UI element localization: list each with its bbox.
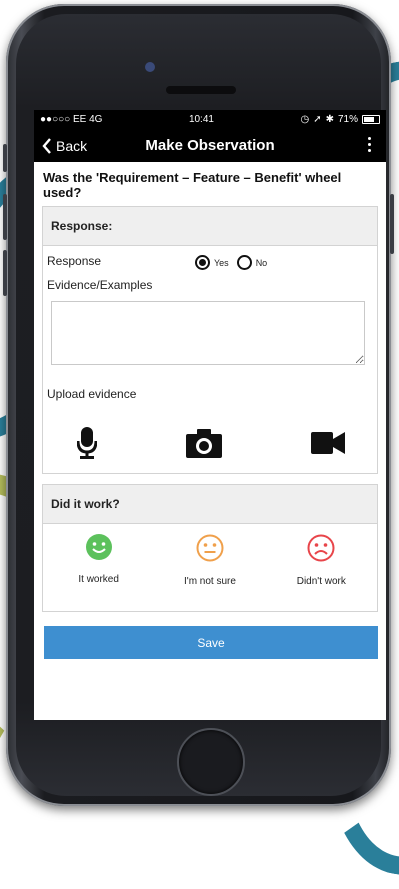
phone-frame: ●●○○○ EE 4G 10:41 ◷ ➚ ✱ 71% Back Make Ob… <box>3 4 394 806</box>
microphone-icon[interactable] <box>77 427 97 459</box>
did-it-work-header: Did it work? <box>43 485 377 524</box>
mood-label: I'm not sure <box>184 576 236 587</box>
power-button <box>390 194 394 254</box>
question-text: Was the 'Requirement – Feature – Benefit… <box>43 170 342 200</box>
evidence-label: Evidence/Examples <box>47 278 153 292</box>
mood-not-sure[interactable]: I'm not sure <box>160 534 260 587</box>
carrier-signal: ●●○○○ EE 4G <box>40 114 103 125</box>
chevron-left-icon <box>42 137 51 154</box>
radio-no[interactable] <box>236 255 252 270</box>
front-camera <box>145 62 155 72</box>
volume-up-button <box>3 194 7 240</box>
earpiece-speaker <box>166 86 236 94</box>
response-section-header: Response: <box>43 207 377 246</box>
happy-face-icon <box>85 534 112 560</box>
did-it-work-section: Did it work? It worked I'm not sure Didn… <box>42 484 378 612</box>
alarm-icon: ◷ <box>300 114 310 125</box>
mood-label: Didn't work <box>296 576 346 587</box>
volume-down-button <box>3 250 7 296</box>
location-icon: ➚ <box>313 114 322 125</box>
back-label: Back <box>56 137 88 154</box>
navigation-bar: Back Make Observation <box>34 129 386 162</box>
video-camera-icon[interactable] <box>311 432 345 454</box>
upload-icons-row <box>47 401 371 471</box>
evidence-textarea[interactable] <box>51 301 365 365</box>
radio-no-label: No <box>255 257 268 268</box>
neutral-face-icon <box>196 534 224 562</box>
battery-percent: 71% <box>337 114 358 125</box>
mood-it-worked[interactable]: It worked <box>49 534 149 587</box>
back-button[interactable]: Back <box>34 138 87 154</box>
status-bar: ●●○○○ EE 4G 10:41 ◷ ➚ ✱ 71% <box>34 110 386 129</box>
camera-icon[interactable] <box>186 428 222 458</box>
upload-evidence-label: Upload evidence <box>47 387 137 401</box>
radio-yes-label: Yes <box>214 257 229 268</box>
bluetooth-icon: ✱ <box>325 114 334 125</box>
response-section: Response: Response Yes No Evidence/Examp… <box>42 206 378 474</box>
save-button[interactable]: Save <box>44 626 378 659</box>
mood-didnt-work[interactable]: Didn't work <box>271 534 371 587</box>
status-time: 10:41 <box>188 114 214 125</box>
home-button[interactable] <box>177 728 245 796</box>
more-options-icon[interactable] <box>368 137 372 152</box>
mood-options: It worked I'm not sure Didn't work <box>43 524 377 593</box>
phone-screen: ●●○○○ EE 4G 10:41 ◷ ➚ ✱ 71% Back Make Ob… <box>34 110 386 720</box>
mood-label: It worked <box>78 574 119 585</box>
battery-icon <box>362 115 380 124</box>
radio-yes[interactable] <box>195 255 210 270</box>
sad-face-icon <box>307 534 335 562</box>
mute-switch <box>3 144 7 172</box>
response-radio-group: Yes No <box>195 255 267 270</box>
